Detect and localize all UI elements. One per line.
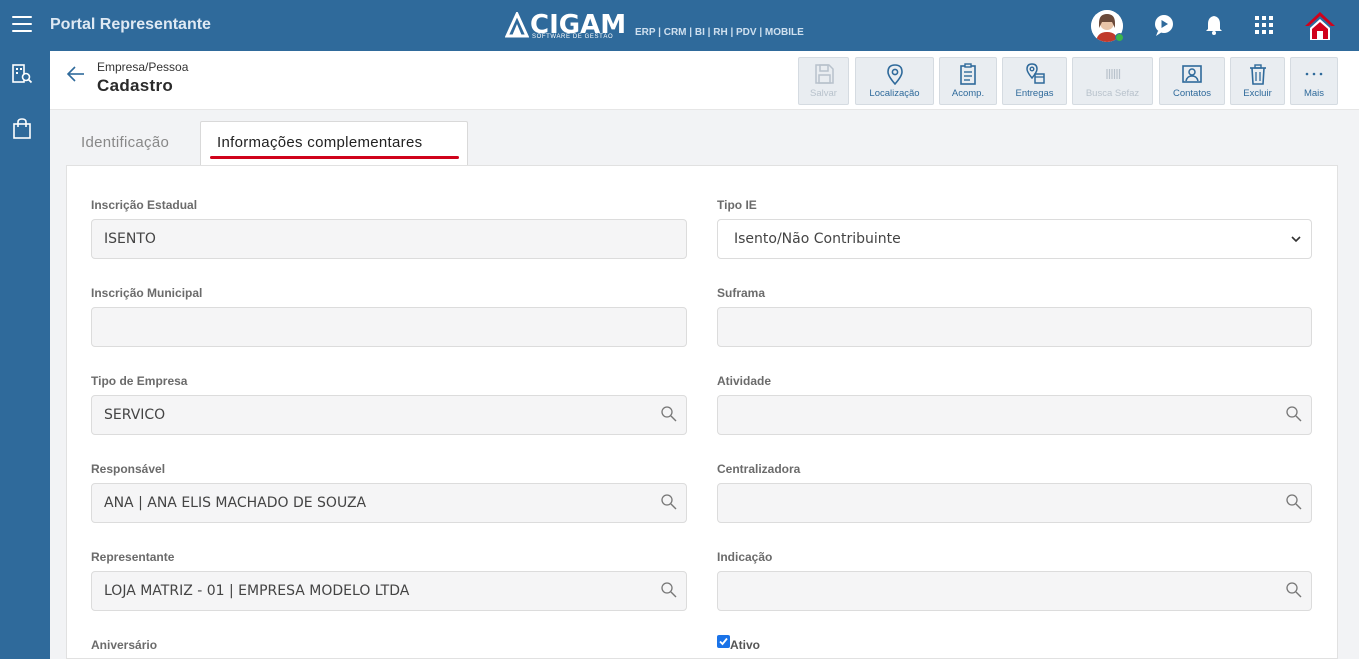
sefaz-search-button-label: Busca Sefaz <box>1085 88 1140 99</box>
delete-button-label: Excluir <box>1243 88 1272 99</box>
contacts-button-label: Contatos <box>1172 88 1212 99</box>
more-button[interactable]: Mais <box>1290 57 1338 105</box>
sefaz-search-button[interactable]: Busca Sefaz <box>1072 57 1153 105</box>
tab-informacoes-complementares[interactable]: Informações complementares <box>217 134 422 151</box>
tab-identificacao[interactable]: Identificação <box>81 134 169 151</box>
responsavel-value: ANA | ANA ELIS MACHADO DE SOUZA <box>104 495 367 511</box>
deliveries-button-label: Entregas <box>1015 88 1054 99</box>
more-button-label: Mais <box>1303 88 1325 99</box>
save-button-label: Salvar <box>810 88 837 99</box>
chevron-down-icon <box>1291 236 1301 243</box>
home-house-icon[interactable] <box>1304 10 1336 42</box>
delivery-location-icon <box>1025 63 1045 84</box>
trash-icon <box>1249 64 1266 85</box>
inscricao-estadual-input[interactable]: ISENTO <box>91 219 687 259</box>
back-arrow-icon[interactable] <box>66 64 86 84</box>
delete-button[interactable]: Excluir <box>1230 57 1285 105</box>
centralizadora-label: Centralizadora <box>717 462 801 476</box>
brand-modules: ERP | CRM | BI | RH | PDV | MOBILE <box>635 27 804 38</box>
search-icon[interactable] <box>660 581 678 599</box>
location-button-label: Localização <box>869 88 920 99</box>
tipo-empresa-label: Tipo de Empresa <box>91 374 188 388</box>
indicacao-input[interactable] <box>717 571 1312 611</box>
cigam-logo-icon <box>505 12 529 38</box>
search-icon[interactable] <box>660 405 678 423</box>
apps-grid-icon[interactable] <box>1251 12 1277 38</box>
search-icon[interactable] <box>1285 581 1303 599</box>
tipo-ie-value: Isento/Não Contribuinte <box>734 231 901 247</box>
tipo-empresa-value: SERVICO <box>104 407 166 423</box>
more-dots-icon <box>1305 72 1323 76</box>
shopping-bag-icon[interactable] <box>11 118 33 140</box>
tipo-ie-label: Tipo IE <box>717 198 757 212</box>
atividade-input[interactable] <box>717 395 1312 435</box>
ativo-label: Ativo <box>730 638 760 652</box>
indicacao-label: Indicação <box>717 550 773 564</box>
tracking-button-label: Acomp. <box>951 88 985 99</box>
inscricao-municipal-input[interactable] <box>91 307 687 347</box>
search-icon[interactable] <box>1285 405 1303 423</box>
tipo-empresa-input[interactable]: SERVICO <box>91 395 687 435</box>
online-status-dot <box>1115 33 1124 42</box>
contacts-button[interactable]: Contatos <box>1159 57 1225 105</box>
ativo-checkbox[interactable] <box>717 635 730 648</box>
left-nav-rail <box>0 51 50 659</box>
chat-play-icon[interactable] <box>1151 12 1177 38</box>
inscricao-estadual-value: ISENTO <box>104 231 156 247</box>
search-icon[interactable] <box>1285 493 1303 511</box>
location-button[interactable]: Localização <box>855 57 934 105</box>
inscricao-municipal-label: Inscrição Municipal <box>91 286 203 300</box>
suframa-input[interactable] <box>717 307 1312 347</box>
representante-label: Representante <box>91 550 175 564</box>
map-pin-icon <box>886 64 903 85</box>
aniversario-label: Aniversário <box>91 638 158 652</box>
responsavel-label: Responsável <box>91 462 166 476</box>
hamburger-menu-icon[interactable] <box>12 16 32 34</box>
representante-value: LOJA MATRIZ - 01 | EMPRESA MODELO LTDA <box>104 583 410 599</box>
contact-card-icon <box>1182 65 1202 83</box>
inscricao-estadual-label: Inscrição Estadual <box>91 198 198 212</box>
responsavel-input[interactable]: ANA | ANA ELIS MACHADO DE SOUZA <box>91 483 687 523</box>
save-button[interactable]: Salvar <box>798 57 849 105</box>
representante-input[interactable]: LOJA MATRIZ - 01 | EMPRESA MODELO LTDA <box>91 571 687 611</box>
save-floppy-icon <box>814 64 834 84</box>
tipo-ie-select[interactable]: Isento/Não Contribuinte <box>717 219 1312 259</box>
page-title: Cadastro <box>97 76 174 95</box>
atividade-label: Atividade <box>717 374 772 388</box>
building-search-icon[interactable] <box>11 63 33 85</box>
top-bar: Portal Representante CIGAM SOFTWARE DE G… <box>0 0 1359 51</box>
search-icon[interactable] <box>660 493 678 511</box>
app-title: Portal Representante <box>50 16 211 33</box>
active-tab-indicator <box>210 156 459 159</box>
barcode-icon <box>1105 69 1120 79</box>
centralizadora-input[interactable] <box>717 483 1312 523</box>
breadcrumb[interactable]: Empresa/Pessoa <box>97 60 188 74</box>
notifications-bell-icon[interactable] <box>1201 12 1227 38</box>
tracking-button[interactable]: Acomp. <box>939 57 997 105</box>
brand-subtitle: SOFTWARE DE GESTÃO <box>532 34 614 40</box>
deliveries-button[interactable]: Entregas <box>1002 57 1067 105</box>
clipboard-list-icon <box>960 63 976 85</box>
checkmark-icon <box>719 637 728 646</box>
suframa-label: Suframa <box>717 286 766 300</box>
